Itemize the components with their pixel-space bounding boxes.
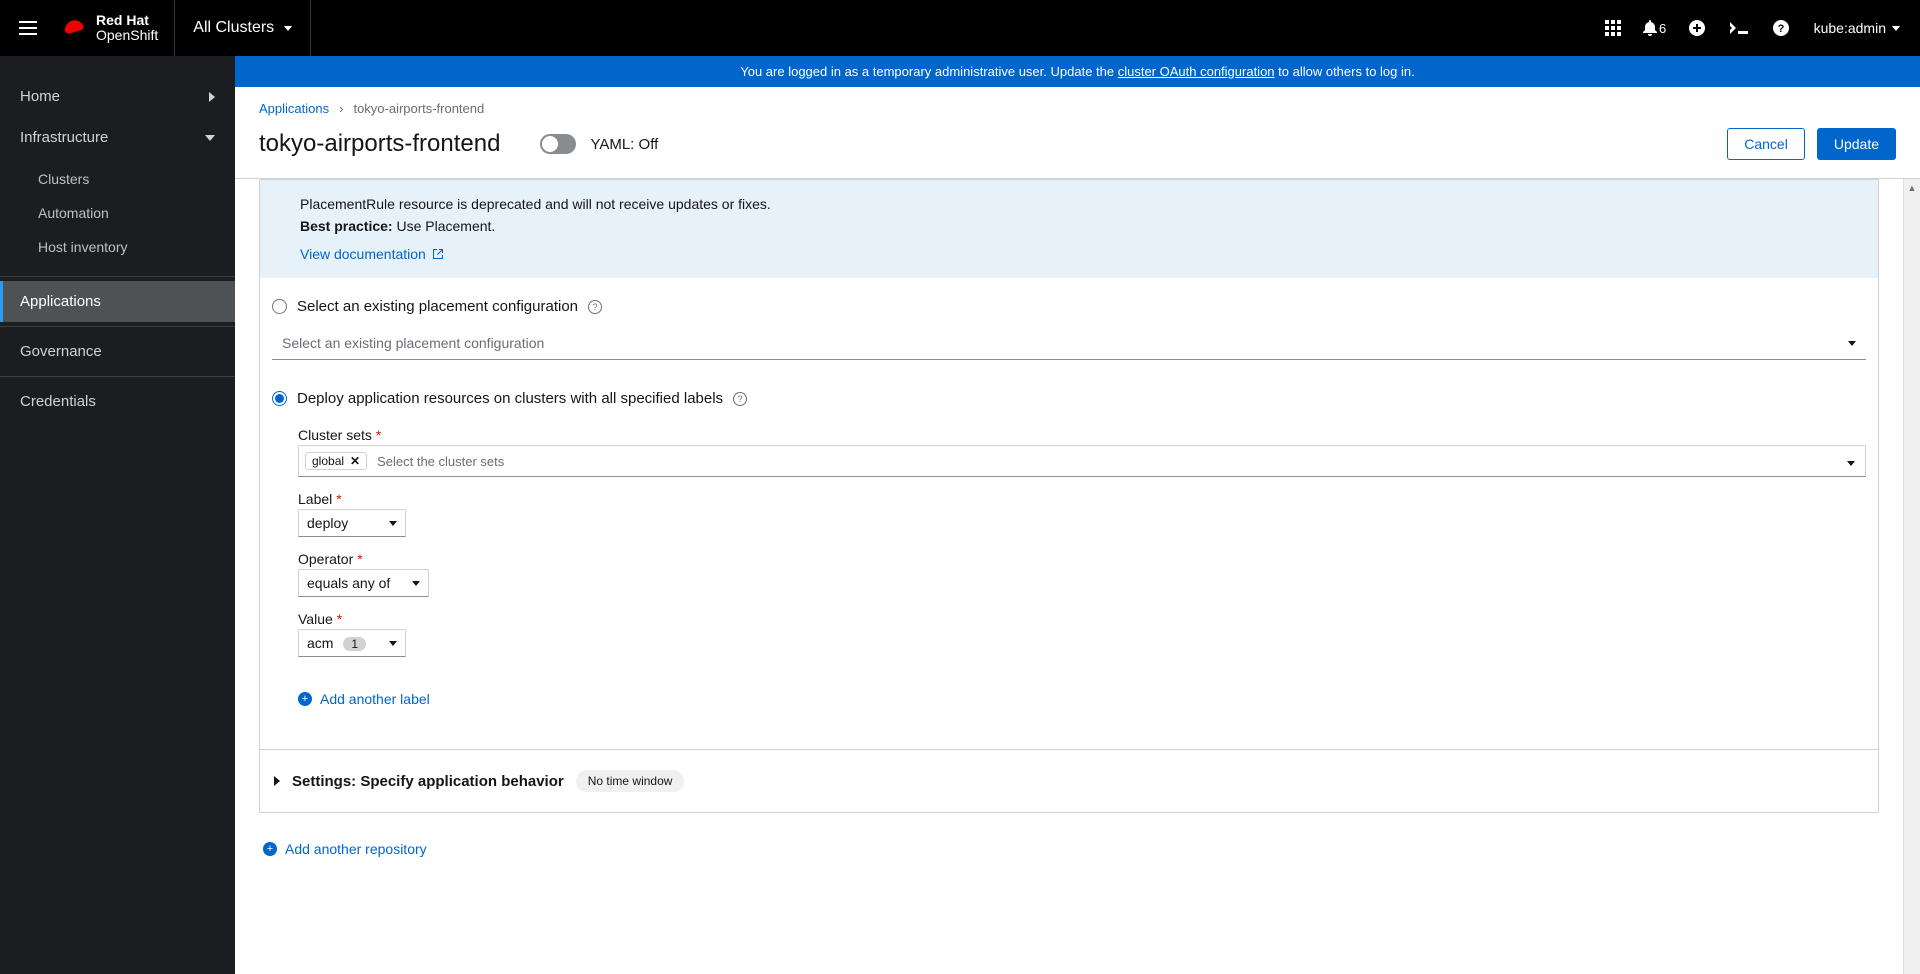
cluster-sets-label: Cluster sets*: [298, 427, 1866, 443]
sidebar-item-host-inventory[interactable]: Host inventory: [0, 230, 235, 264]
notifications-count: 6: [1659, 21, 1666, 36]
add-another-repository-button[interactable]: + Add another repository: [263, 841, 427, 857]
chevron-down-icon: [205, 135, 215, 141]
scrollbar[interactable]: ▲: [1903, 179, 1920, 974]
sidebar-subnav-infrastructure: Clusters Automation Host inventory: [0, 158, 235, 272]
callout-line1: PlacementRule resource is deprecated and…: [300, 196, 1858, 212]
menu-toggle[interactable]: [0, 0, 56, 56]
deploy-labels-label: Deploy application resources on clusters…: [297, 390, 723, 407]
breadcrumb-separator-icon: [339, 101, 343, 116]
caret-down-icon: [412, 581, 420, 586]
user-menu[interactable]: kube:admin: [1802, 20, 1920, 36]
yaml-toggle[interactable]: [540, 134, 576, 154]
chevron-right-icon: [274, 776, 280, 786]
cluster-picker[interactable]: All Clusters: [175, 0, 311, 56]
chip-remove-icon[interactable]: ✕: [350, 454, 360, 468]
deploy-labels-radio-row: Deploy application resources on clusters…: [272, 378, 1866, 413]
sidebar-item-label: Home: [20, 88, 60, 105]
question-circle-icon: ?: [1773, 20, 1789, 36]
terminal-icon: [1730, 22, 1748, 34]
placement-card: PlacementRule resource is deprecated and…: [259, 179, 1879, 813]
settings-expander[interactable]: Settings: Specify application behavior N…: [260, 749, 1878, 812]
yaml-toggle-label: YAML: Off: [590, 136, 658, 153]
caret-down-icon: [389, 521, 397, 526]
main: You are logged in as a temporary adminis…: [235, 56, 1920, 974]
cluster-picker-label: All Clusters: [193, 19, 274, 37]
deprecation-callout: PlacementRule resource is deprecated and…: [260, 180, 1878, 278]
add-another-label-button[interactable]: + Add another label: [298, 691, 430, 707]
existing-placement-select[interactable]: Select an existing placement configurati…: [272, 327, 1866, 360]
oauth-banner: You are logged in as a temporary adminis…: [235, 56, 1920, 87]
import-button[interactable]: [1676, 0, 1718, 56]
settings-title: Settings: Specify application behavior: [292, 773, 564, 790]
deploy-labels-radio[interactable]: [272, 391, 287, 406]
sidebar-item-clusters[interactable]: Clusters: [0, 162, 235, 196]
banner-suffix: to allow others to log in.: [1275, 64, 1415, 79]
brand[interactable]: Red Hat OpenShift: [56, 0, 175, 56]
sidebar-item-label: Governance: [20, 343, 102, 360]
sidebar-item-automation[interactable]: Automation: [0, 196, 235, 230]
sidebar-item-infrastructure[interactable]: Infrastructure: [0, 117, 235, 158]
banner-link[interactable]: cluster OAuth configuration: [1118, 64, 1275, 79]
label-field-label: Label*: [298, 491, 1866, 507]
svg-text:?: ?: [1777, 23, 1784, 35]
time-window-pill: No time window: [576, 770, 685, 792]
plus-circle-icon: +: [263, 842, 277, 856]
help-button[interactable]: ?: [1760, 0, 1802, 56]
caret-down-icon: [284, 26, 292, 31]
caret-down-icon: [1847, 461, 1855, 466]
user-name: kube:admin: [1814, 20, 1886, 36]
sidebar-item-credentials[interactable]: Credentials: [0, 381, 235, 422]
content-scroll[interactable]: PlacementRule resource is deprecated and…: [235, 179, 1903, 974]
callout-best-practice-label: Best practice:: [300, 218, 393, 234]
topbar: Red Hat OpenShift All Clusters 6 ? kube:…: [0, 0, 1920, 56]
operator-field-label: Operator*: [298, 551, 1866, 567]
cluster-set-chip: global ✕: [305, 452, 367, 470]
callout-best-practice-text: Use Placement.: [393, 218, 496, 234]
page-title: tokyo-airports-frontend: [259, 130, 500, 158]
update-button[interactable]: Update: [1817, 128, 1896, 160]
terminal-button[interactable]: [1718, 0, 1760, 56]
operator-select[interactable]: equals any of: [298, 569, 429, 597]
banner-prefix: You are logged in as a temporary adminis…: [740, 64, 1117, 79]
notifications-button[interactable]: 6: [1634, 0, 1676, 56]
value-select[interactable]: acm 1: [298, 629, 406, 657]
help-icon[interactable]: ?: [733, 392, 747, 406]
breadcrumb-root[interactable]: Applications: [259, 101, 329, 116]
cluster-sets-input[interactable]: global ✕ Select the cluster sets: [298, 445, 1866, 477]
breadcrumb-current: tokyo-airports-frontend: [353, 101, 484, 116]
caret-down-icon: [1848, 341, 1856, 346]
sidebar-item-home[interactable]: Home: [0, 76, 235, 117]
sidebar: Home Infrastructure Clusters Automation …: [0, 56, 235, 974]
redhat-logo-icon: [60, 18, 88, 38]
sidebar-item-label: Infrastructure: [20, 129, 108, 146]
label-select[interactable]: deploy: [298, 509, 406, 537]
apps-launcher[interactable]: [1592, 0, 1634, 56]
breadcrumb: Applications tokyo-airports-frontend: [259, 101, 1896, 116]
sidebar-item-applications[interactable]: Applications: [0, 281, 235, 322]
chevron-right-icon: [209, 92, 215, 102]
sidebar-item-label: Credentials: [20, 393, 96, 410]
plus-circle-icon: +: [298, 692, 312, 706]
external-link-icon: [432, 248, 444, 260]
page-header: Applications tokyo-airports-frontend tok…: [235, 87, 1920, 179]
help-icon[interactable]: ?: [588, 300, 602, 314]
sidebar-item-label: Applications: [20, 293, 101, 310]
caret-down-icon: [1892, 26, 1900, 31]
sidebar-item-governance[interactable]: Governance: [0, 331, 235, 372]
cancel-button[interactable]: Cancel: [1727, 128, 1805, 160]
plus-circle-icon: [1689, 20, 1705, 36]
value-count-badge: 1: [343, 637, 366, 651]
value-field-label: Value*: [298, 611, 1866, 627]
existing-placement-label: Select an existing placement configurati…: [297, 298, 578, 315]
caret-down-icon: [389, 641, 397, 646]
view-documentation-link[interactable]: View documentation: [300, 246, 444, 262]
bell-icon: [1643, 20, 1657, 36]
scroll-up-icon[interactable]: ▲: [1904, 179, 1920, 196]
existing-placement-radio-row: Select an existing placement configurati…: [272, 286, 1866, 321]
brand-text: Red Hat OpenShift: [96, 13, 158, 42]
existing-placement-radio[interactable]: [272, 299, 287, 314]
